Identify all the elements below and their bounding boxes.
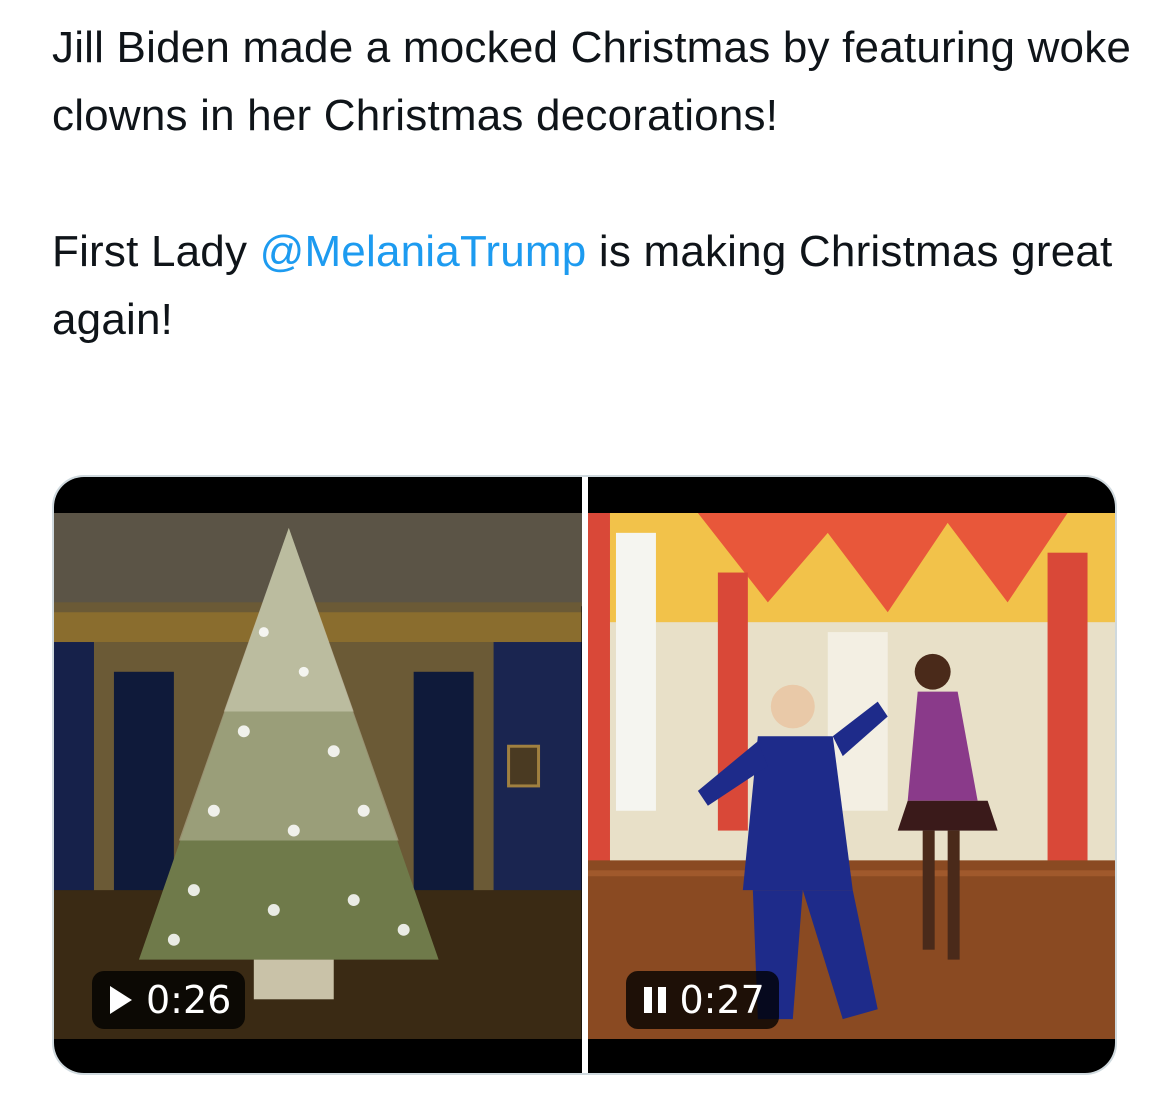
tweet-text: Jill Biden made a mocked Christmas by fe… bbox=[52, 14, 1132, 354]
media-grid: 0:26 0:27 bbox=[52, 475, 1117, 1075]
play-icon[interactable] bbox=[110, 986, 132, 1014]
tweet-text-segment: First Lady bbox=[52, 227, 260, 276]
mention-link[interactable]: @MelaniaTrump bbox=[260, 227, 587, 276]
video-duration: 0:27 bbox=[679, 978, 765, 1022]
video-duration-badge: 0:27 bbox=[625, 971, 779, 1029]
video-frame bbox=[587, 513, 1115, 1039]
video-duration: 0:26 bbox=[146, 978, 232, 1022]
pause-icon[interactable] bbox=[643, 987, 666, 1013]
video-duration-badge: 0:26 bbox=[92, 971, 246, 1029]
video-thumbnail-left[interactable]: 0:26 bbox=[54, 477, 582, 1073]
christmas-tree-scene bbox=[54, 513, 582, 1039]
video-frame bbox=[54, 513, 582, 1039]
video-thumbnail-right[interactable]: 0:27 bbox=[587, 477, 1115, 1073]
dancing-hallway-scene bbox=[587, 513, 1115, 1039]
tweet-paragraph: First Lady @MelaniaTrump is making Chris… bbox=[52, 218, 1132, 354]
tweet-paragraph: Jill Biden made a mocked Christmas by fe… bbox=[52, 23, 1132, 140]
